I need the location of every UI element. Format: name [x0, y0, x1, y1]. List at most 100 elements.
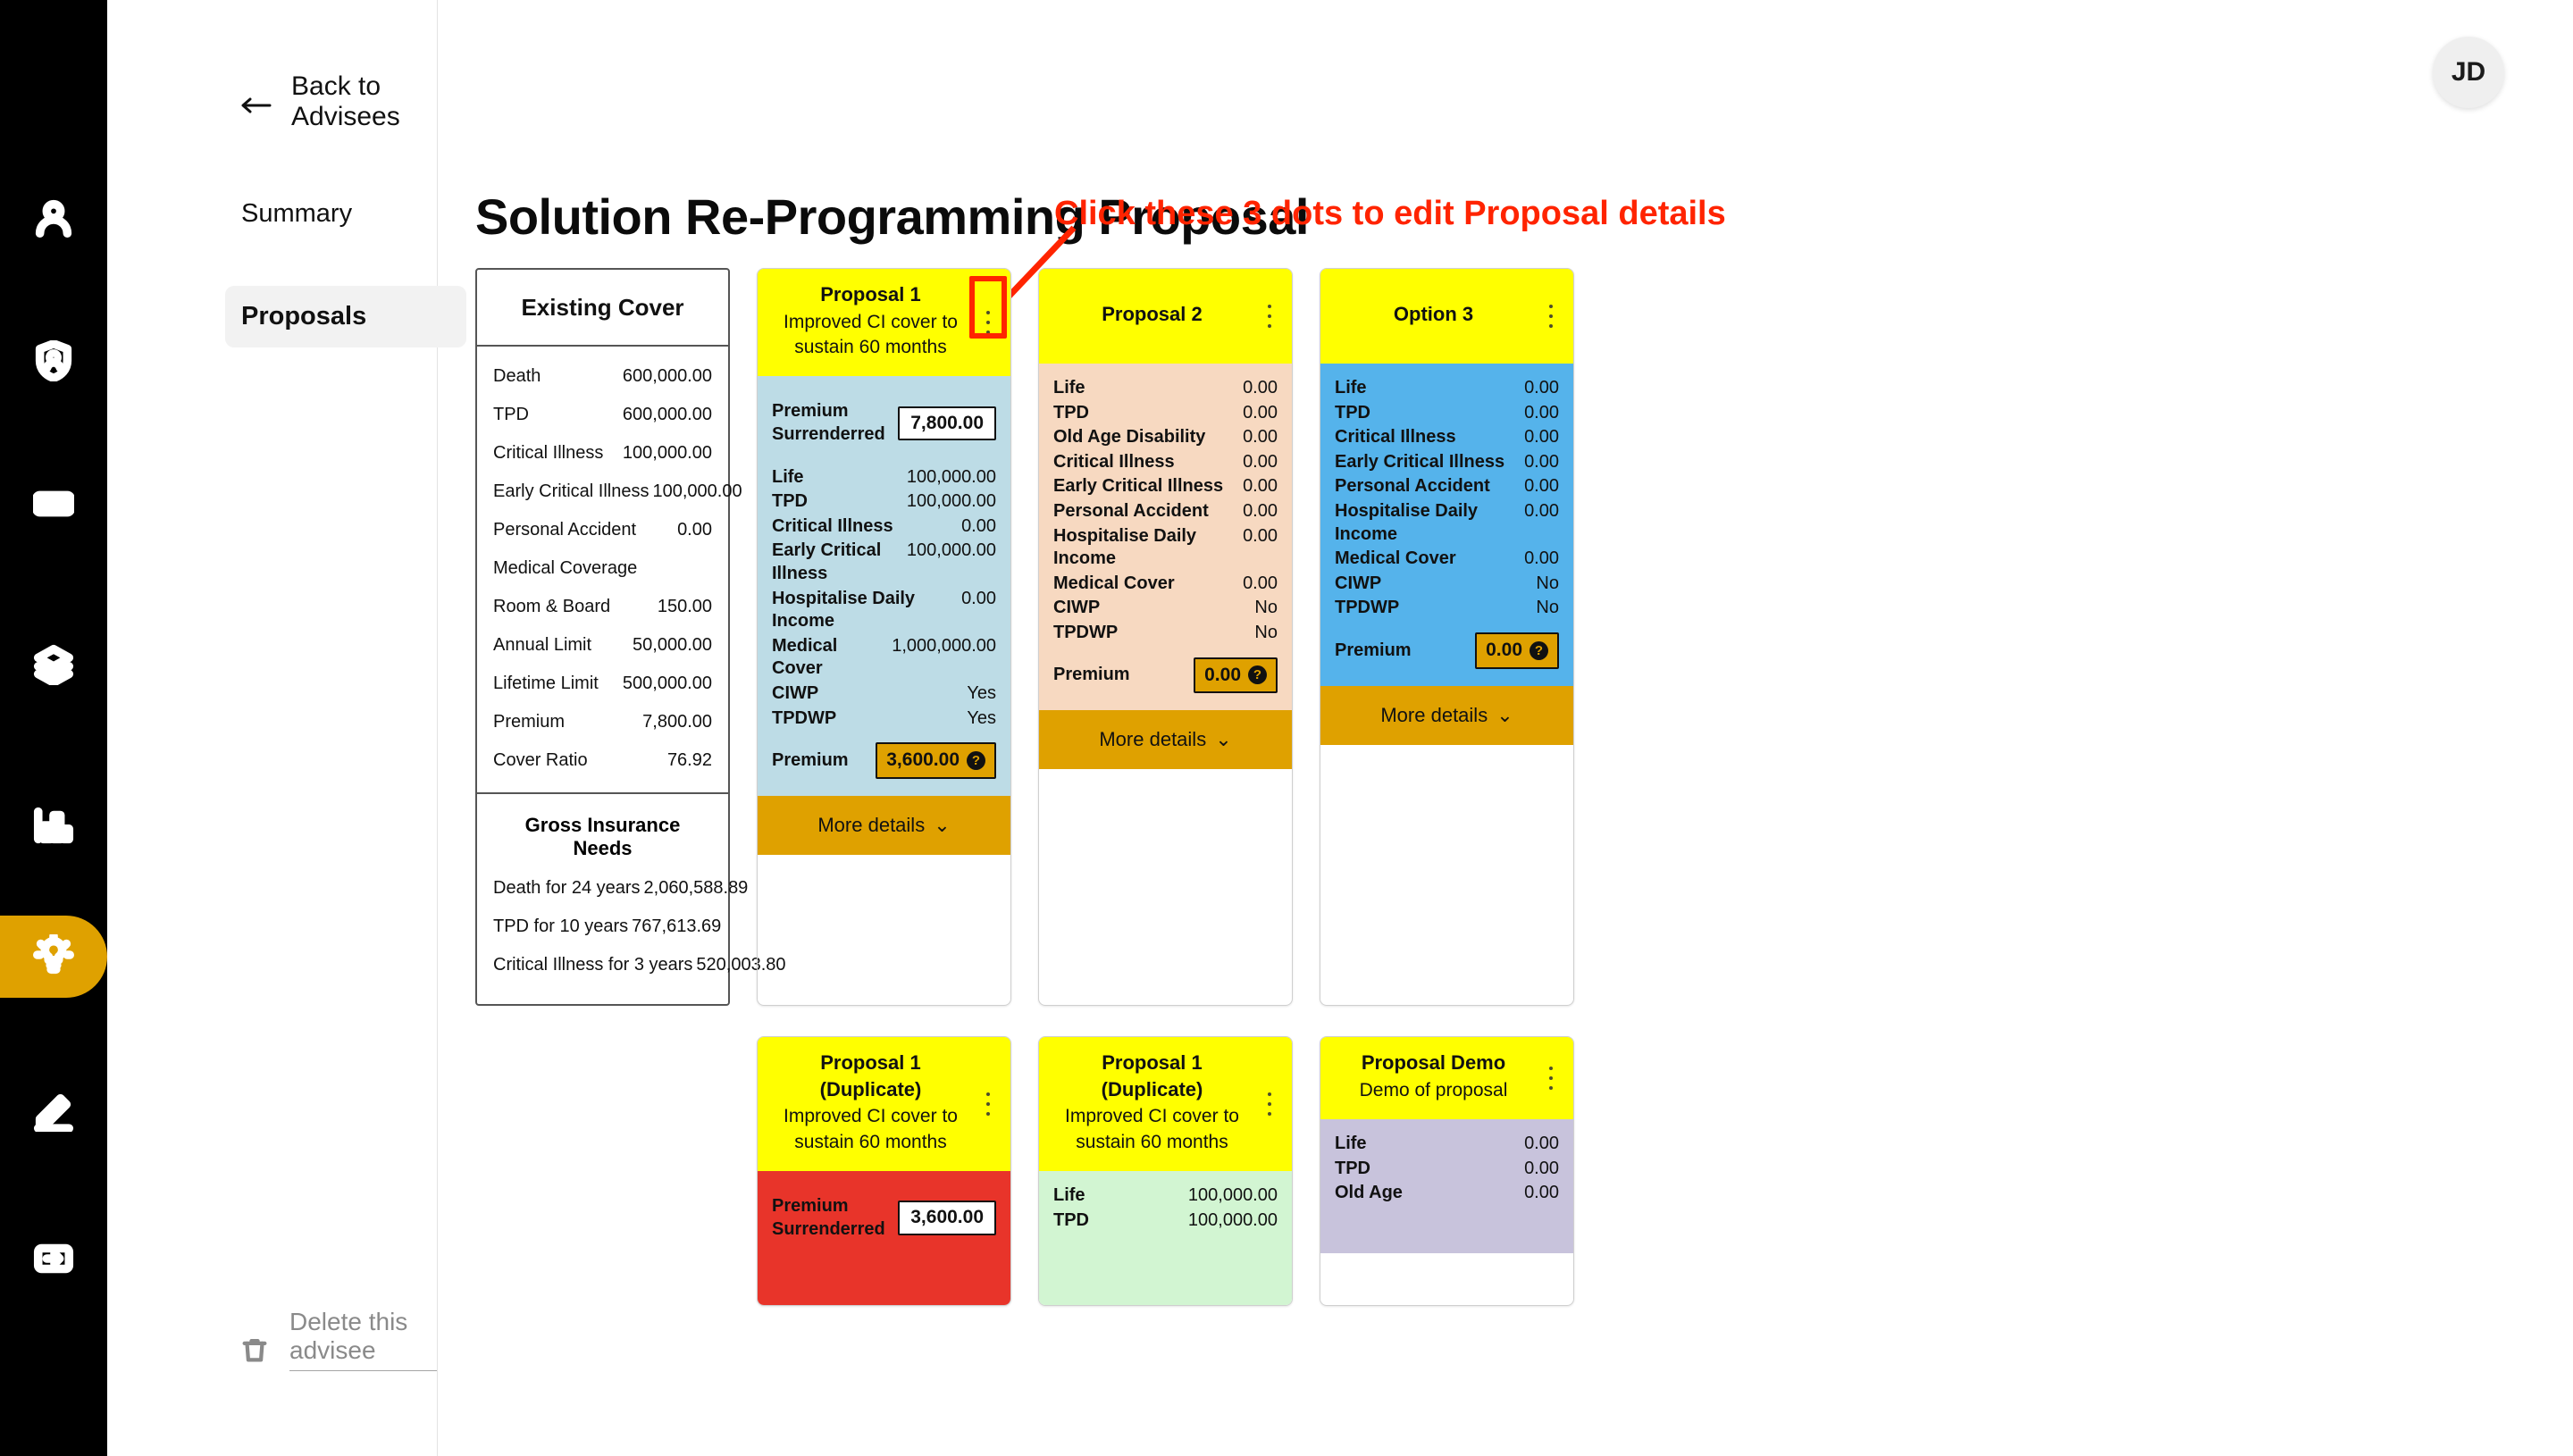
proposal-kebab-menu[interactable] — [1541, 301, 1561, 331]
back-to-advisees-label: Back to Advisees — [291, 71, 400, 131]
row-label: Life — [1053, 378, 1085, 397]
row-value: 100,000.00 — [622, 443, 712, 463]
row-value: 600,000.00 — [622, 405, 712, 424]
proposal-kebab-menu[interactable] — [978, 1089, 998, 1119]
more-details-label: More details — [1380, 703, 1488, 726]
row-label: Death — [493, 366, 541, 386]
row-value: 0.00 — [1243, 402, 1278, 423]
delete-advisee-button[interactable]: Delete this advisee — [239, 1308, 437, 1371]
proposal-kebab-menu[interactable] — [1260, 301, 1279, 331]
row-label: Room & Board — [493, 597, 611, 616]
premium-surrendered-value: 7,800.00 — [898, 406, 996, 441]
row-label: Premium — [493, 712, 566, 732]
proposal-title: Proposal 2 — [1102, 303, 1203, 326]
row-label: Premium Surrenderred — [772, 401, 885, 444]
row-label: CIWP — [1335, 573, 1382, 593]
proposals-grid: Existing Cover Death 600,000.00 TPD 600,00… — [475, 268, 2573, 1307]
row-label: Critical Illness — [1053, 451, 1175, 472]
row-label: Critical Illness — [772, 515, 893, 536]
proposal-body: Life 0.00 TPD 0.00 Old Age Disability 0.00 … — [1039, 364, 1292, 711]
rail-item-portfolio[interactable] — [0, 625, 107, 707]
rail-item-notes[interactable] — [0, 1072, 107, 1154]
row-label: Early Critical Illness — [493, 481, 650, 501]
bar-chart-icon — [33, 805, 74, 850]
back-to-advisees-link[interactable]: Back to Advisees — [241, 71, 437, 132]
premium-value-badge[interactable]: 0.00? — [1475, 632, 1559, 669]
rail-item-person[interactable] — [0, 179, 107, 261]
main-content: JD Solution Re-Programming Proposal Clic… — [438, 0, 2573, 1456]
table-row: Personal Accident 0.00 — [1335, 474, 1559, 499]
row-label: CIWP — [1053, 598, 1101, 618]
proposal-kebab-menu[interactable] — [1260, 1089, 1279, 1119]
rail-item-solutions[interactable] — [0, 916, 107, 998]
row-value: 0.00 — [677, 520, 712, 540]
proposal-card: Proposal 1 Improved CI cover to sustain … — [757, 268, 1011, 1006]
premium-value-badge[interactable]: 3,600.00? — [876, 742, 996, 779]
proposal-kebab-menu[interactable] — [978, 307, 998, 338]
row-value: 100,000.00 — [652, 481, 742, 501]
table-row: Old Age 0.00 — [1335, 1181, 1559, 1206]
rail-item-cashflow[interactable] — [0, 464, 107, 547]
row-label: Medical Cover — [1053, 573, 1175, 593]
table-row: TPD 0.00 — [1335, 401, 1559, 426]
row-value: 0.00 — [1243, 573, 1278, 593]
avatar[interactable]: JD — [2433, 37, 2504, 108]
row-label: Personal Accident — [1053, 500, 1209, 521]
row-label: TPDWP — [1053, 622, 1119, 642]
rail-item-protection[interactable] — [0, 322, 107, 404]
row-value: 500,000.00 — [622, 674, 712, 693]
row-label: Life — [1335, 1134, 1367, 1154]
table-row: TPDWP No — [1053, 621, 1278, 646]
more-details-button[interactable]: More details ⌄ — [1320, 685, 1573, 745]
proposal-title: Proposal 1 (Duplicate) — [819, 1051, 922, 1100]
row-label: TPD — [772, 491, 808, 512]
row-label: TPD for 10 years — [493, 916, 629, 936]
gross-insurance-needs-section: Gross Insurance Needs Death for 24 years… — [477, 792, 786, 1004]
delete-advisee-label: Delete this advisee — [289, 1308, 437, 1371]
row-label: Early Critical Illness — [1053, 476, 1224, 497]
chevron-down-icon: ⌄ — [1496, 703, 1513, 726]
table-row: Hospitalise Daily Income 0.00 — [772, 587, 996, 634]
advisee-subnav: Back to Advisees Summary Proposals Delet… — [107, 0, 466, 1456]
sidebar-item-label: Summary — [241, 199, 353, 228]
row-value: 0.00 — [1243, 451, 1278, 472]
sidebar-item-proposals[interactable]: Proposals — [225, 286, 466, 347]
rail-item-export[interactable] — [0, 1219, 107, 1301]
proposal-body: Life 0.00 TPD 0.00 Old Age 0.00 — [1320, 1119, 1573, 1254]
sidebar-item-summary[interactable]: Summary — [225, 183, 466, 245]
row-value: 7,800.00 — [642, 712, 712, 732]
row-label: Medical Cover — [772, 635, 838, 679]
lightbulb-icon — [33, 931, 75, 980]
more-details-button[interactable]: More details ⌄ — [758, 795, 1010, 855]
table-row: Death for 24 years 2,060,588.89 — [493, 869, 748, 908]
row-value: 0.00 — [1524, 548, 1559, 569]
help-icon[interactable]: ? — [1530, 640, 1548, 660]
row-label: TPD — [493, 405, 529, 424]
row-value: No — [1536, 573, 1559, 593]
proposal-header: Proposal 1 (Duplicate) Improved CI cover… — [758, 1037, 1010, 1172]
proposal-body: Life 0.00 TPD 0.00 Critical Illness 0.00 Ea… — [1320, 364, 1573, 686]
row-value: 100,000.00 — [906, 466, 996, 487]
table-row: Lifetime Limit 500,000.00 — [493, 665, 712, 703]
gross-needs-title: Gross Insurance Needs — [524, 814, 681, 859]
row-label: TPDWP — [772, 707, 837, 728]
more-details-button[interactable]: More details ⌄ — [1039, 710, 1292, 770]
avatar-initials: JD — [2451, 57, 2486, 87]
proposal-kebab-menu[interactable] — [1541, 1063, 1561, 1093]
premium-value-badge[interactable]: 0.00? — [1194, 657, 1278, 694]
table-row: Premium Surrenderred 3,600.00 — [772, 1194, 996, 1242]
help-icon[interactable]: ? — [1248, 665, 1267, 685]
existing-cover-rows: Death 600,000.00 TPD 600,000.00 Critical I… — [477, 347, 742, 792]
proposal-card: Proposal 2 Life 0.00 TPD 0.00 Old Age Disa… — [1038, 268, 1293, 1006]
table-row: TPDWP No — [1335, 596, 1559, 621]
premium-row: Premium 0.00? — [1335, 632, 1559, 670]
table-row: Life 100,000.00 — [772, 465, 996, 490]
table-row: Hospitalise Daily Income 0.00 — [1053, 524, 1278, 572]
proposal-header: Proposal 1 (Duplicate) Improved CI cover… — [1039, 1037, 1292, 1172]
proposal-header: Option 3 — [1320, 269, 1573, 364]
table-row: Critical Illness 0.00 — [1053, 450, 1278, 475]
rail-item-analytics[interactable] — [0, 786, 107, 868]
row-value: No — [1254, 598, 1278, 618]
help-icon[interactable]: ? — [967, 751, 985, 771]
table-row: TPD 600,000.00 — [493, 396, 712, 434]
